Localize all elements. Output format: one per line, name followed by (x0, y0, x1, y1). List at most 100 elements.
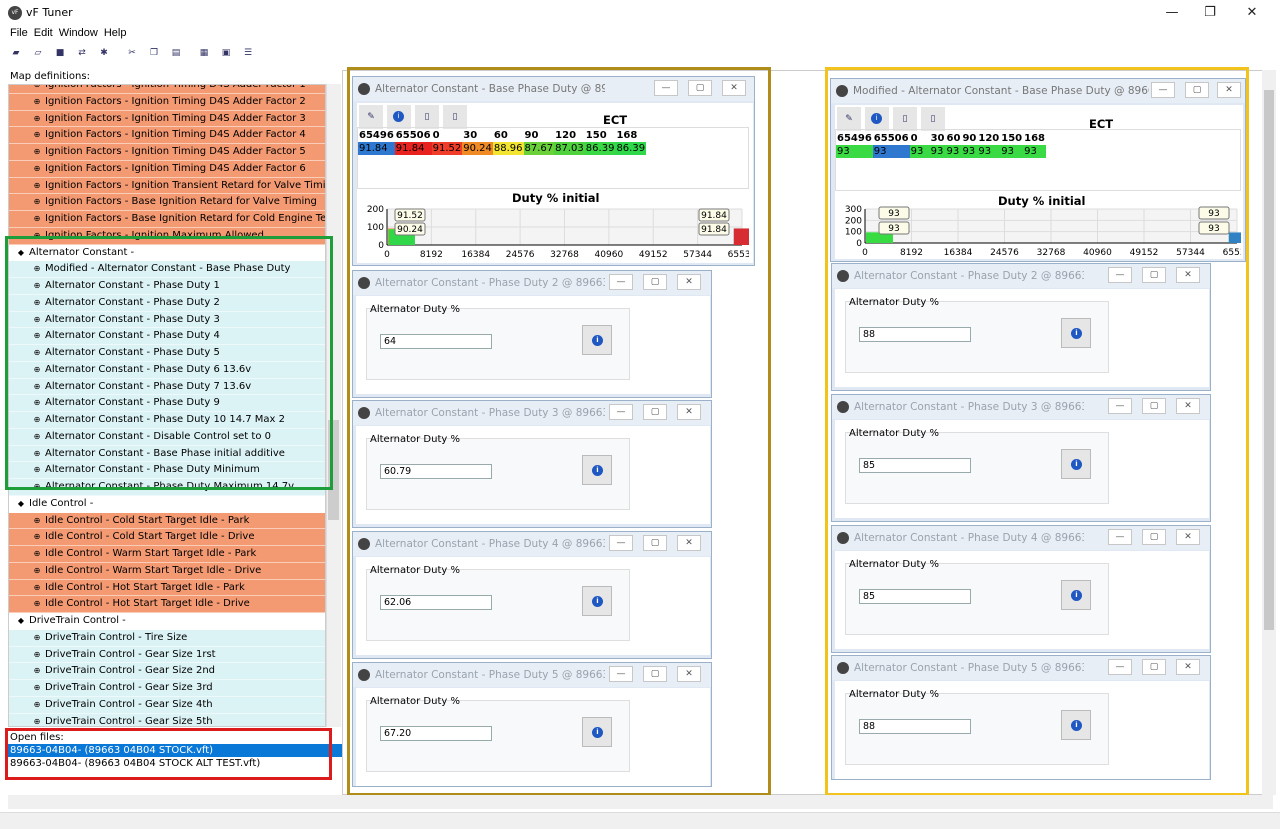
cut-icon[interactable]: ✂ (124, 45, 140, 61)
tree-item[interactable]: ⊕ DriveTrain Control - Gear Size 3rd (9, 680, 325, 697)
tree-group[interactable]: ◆ DriveTrain Control - (9, 613, 325, 630)
tree-item-label: Ignition Factors - Base Ignition Retard … (45, 196, 317, 208)
tree-item[interactable]: ⊕ Ignition Factors - Ignition Timing D4S … (9, 84, 325, 94)
tree-item-label: Ignition Factors - Ignition Timing D4S A… (45, 84, 306, 90)
map-icon: ⊕ (33, 515, 41, 525)
close-icon[interactable]: ✕ (1232, 2, 1272, 24)
highlight-green-box (5, 236, 333, 490)
tree-item-label: DriveTrain Control - Gear Size 3rd (45, 682, 213, 693)
compare-icon[interactable]: ⇄ (74, 45, 90, 61)
tree-item[interactable]: ⊕ DriveTrain Control - Gear Size 4th (9, 696, 325, 714)
tree-item-label: Ignition Factors - Base Ignition Retard … (45, 213, 326, 224)
tree-item-label: DriveTrain Control - Gear Size 5th (45, 715, 213, 727)
paste-icon[interactable]: ▤ (168, 45, 184, 61)
map-icon: ⊕ (33, 549, 41, 558)
map-icon: ⊕ (33, 699, 41, 709)
tree-item[interactable]: ⊕ Ignition Factors - Ignition Timing D4S … (9, 93, 325, 111)
tree-item[interactable]: ⊕ Ignition Factors - Ignition Timing D4S … (9, 110, 325, 128)
tree-item-label: DriveTrain Control - Gear Size 4th (45, 698, 213, 710)
tree-item[interactable]: ⊕ DriveTrain Control - Gear Size 5th (9, 713, 325, 727)
map-icon: ⊕ (33, 113, 41, 123)
tree-item[interactable]: ⊕ Ignition Factors - Ignition Timing D4S … (9, 127, 325, 144)
tree-item-label: Ignition Factors - Ignition Timing D4S A… (45, 95, 306, 107)
tree-item[interactable]: ⊕ Idle Control - Warm Start Target Idle -… (9, 546, 325, 563)
menu-edit[interactable]: Edit (31, 26, 56, 40)
tree-item[interactable]: ⊕ Ignition Factors - Ignition Timing D4S … (9, 144, 325, 161)
menu-bar: File Edit Window Help (0, 26, 1280, 44)
toolbar: ▰ ▱ ■ ⇄ ✱ ✂ ❐ ▤ ▦ ▣ ☰ (8, 45, 288, 65)
tree-group[interactable]: ◆ Idle Control - (9, 495, 325, 513)
group-icon: ◆ (17, 498, 25, 508)
map-icon: ⊕ (33, 96, 41, 106)
menu-file[interactable]: File (7, 26, 31, 40)
cascade-icon[interactable]: ☰ (240, 45, 256, 61)
tree-item-label: Ignition Factors - Ignition Timing D4S A… (45, 112, 306, 124)
settings-icon[interactable]: ✱ (96, 45, 112, 61)
open-folder-icon[interactable]: ▰ (8, 45, 24, 61)
tree-item[interactable]: ⊕ Idle Control - Cold Start Target Idle -… (9, 529, 325, 546)
map-icon: ⊕ (33, 582, 41, 592)
tree-item-label: DriveTrain Control - Gear Size 2nd (45, 665, 216, 677)
tree-item[interactable]: ⊕ Ignition Factors - Base Ignition Retard… (9, 211, 325, 228)
map-icon: ⊕ (33, 147, 41, 156)
map-icon: ⊕ (33, 649, 41, 659)
tree-item-label: Idle Control - Cold Start Target Idle - … (45, 514, 250, 526)
tree-item-label: Idle Control - Warm Start Target Idle - … (45, 548, 257, 559)
map-icon: ⊕ (33, 599, 41, 609)
map-icon: ⊕ (33, 84, 41, 89)
group-icon: ◆ (17, 616, 25, 625)
tree-item-label: Ignition Factors - Ignition Timing D4S A… (45, 162, 306, 174)
app-title: vF Tuner (26, 6, 73, 19)
tree-item[interactable]: ⊕ Ignition Factors - Base Ignition Retard… (9, 194, 325, 211)
tree-item[interactable]: ⊕ DriveTrain Control - Tire Size (9, 629, 325, 647)
tree-item-label: Idle Control - Hot Start Target Idle - P… (45, 581, 245, 593)
vf-logo-icon: vF (8, 6, 22, 20)
tree-item-label: Idle Control - Hot Start Target Idle - D… (45, 598, 250, 610)
status-bar (0, 812, 1280, 829)
map-icon: ⊕ (33, 130, 41, 140)
tree-item-label: Idle Control - (29, 497, 94, 509)
open-icon[interactable]: ▱ (30, 45, 46, 61)
maximize-icon[interactable]: ❐ (1190, 2, 1230, 24)
tree-item[interactable]: ⊕ Idle Control - Warm Start Target Idle -… (9, 562, 325, 580)
tree-item[interactable]: ⊕ Idle Control - Hot Start Target Idle - … (9, 596, 325, 613)
mdi-scroll-thumb[interactable] (1264, 90, 1274, 630)
highlight-gold-box (825, 67, 1249, 796)
horizontal-scrollbar[interactable] (8, 795, 1273, 809)
highlight-olive-box (347, 67, 771, 796)
tree-item-label: DriveTrain Control - Gear Size 1rst (45, 648, 216, 660)
tree-item-label: DriveTrain Control - (29, 615, 126, 626)
map-icon: ⊕ (33, 716, 41, 726)
map-icon: ⊕ (33, 214, 41, 223)
tree-item[interactable]: ⊕ Idle Control - Hot Start Target Idle - … (9, 579, 325, 597)
map-definitions-label: Map definitions: (10, 71, 90, 82)
tree-item-label: Ignition Factors - Ignition Timing D4S A… (45, 146, 306, 157)
tile-icon[interactable]: ▣ (218, 45, 234, 61)
map-icon: ⊕ (33, 163, 41, 173)
title-bar: vF vF Tuner — ❐ ✕ (0, 0, 1280, 26)
menu-help[interactable]: Help (101, 26, 130, 40)
map-icon: ⊕ (33, 180, 41, 190)
map-icon: ⊕ (33, 632, 41, 642)
tree-item-label: Idle Control - Cold Start Target Idle - … (45, 531, 255, 543)
tree-item[interactable]: ⊕ Ignition Factors - Ignition Transient R… (9, 177, 326, 195)
map-icon: ⊕ (33, 565, 41, 575)
tree-item-label: Ignition Factors - Ignition Transient Re… (45, 179, 326, 191)
window-icon[interactable]: ▦ (196, 45, 212, 61)
tree-item[interactable]: ⊕ DriveTrain Control - Gear Size 1rst (9, 646, 325, 664)
tree-item[interactable]: ⊕ DriveTrain Control - Gear Size 2nd (9, 663, 325, 680)
map-icon: ⊕ (33, 197, 41, 207)
copy-icon[interactable]: ❐ (146, 45, 162, 61)
map-icon: ⊕ (33, 683, 41, 692)
tree-item-label: DriveTrain Control - Tire Size (45, 631, 188, 643)
minimize-icon[interactable]: — (1152, 2, 1192, 24)
tree-item[interactable]: ⊕ Idle Control - Cold Start Target Idle -… (9, 512, 325, 530)
map-icon: ⊕ (33, 666, 41, 676)
tree-item-label: Ignition Factors - Ignition Timing D4S A… (45, 129, 306, 141)
save-icon[interactable]: ■ (52, 45, 68, 61)
menu-window[interactable]: Window (56, 26, 101, 40)
map-icon: ⊕ (33, 532, 41, 542)
highlight-red-box (5, 728, 332, 780)
tree-item-label: Idle Control - Warm Start Target Idle - … (45, 564, 262, 576)
tree-item[interactable]: ⊕ Ignition Factors - Ignition Timing D4S … (9, 160, 325, 178)
